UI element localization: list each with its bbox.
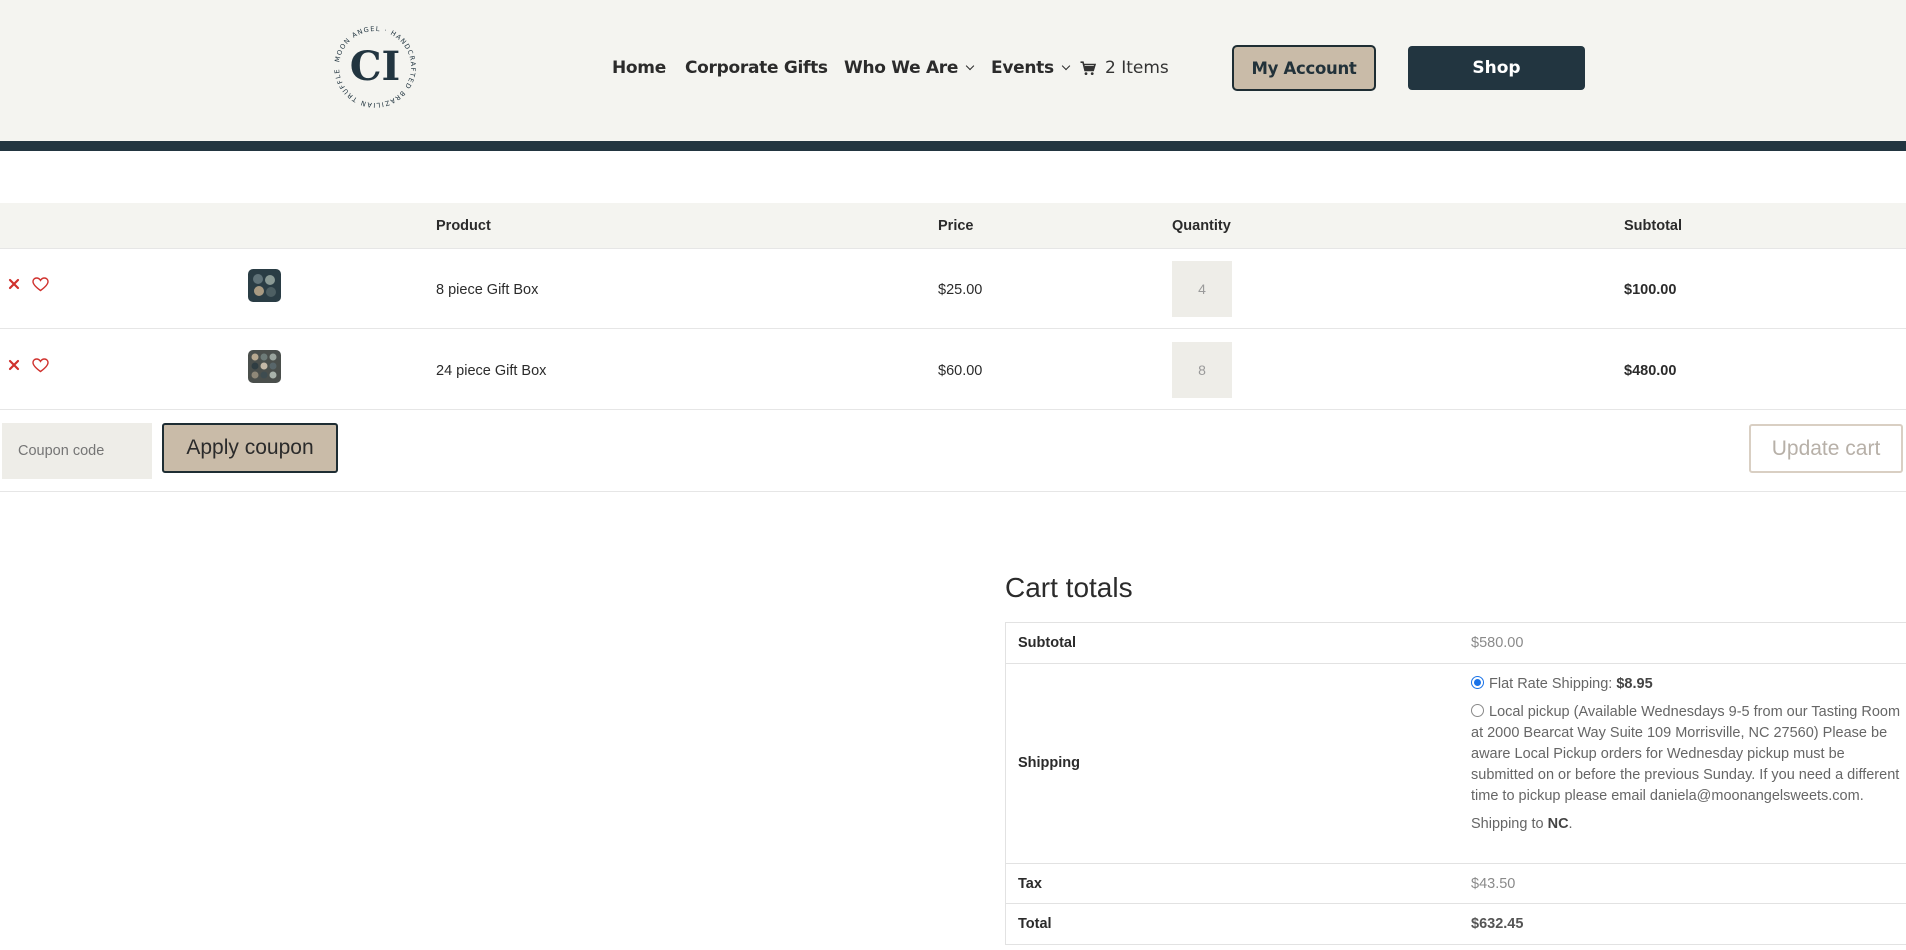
cart-link[interactable]: 2 Items — [1080, 54, 1169, 82]
flat-rate-label: Flat Rate Shipping: — [1489, 676, 1613, 692]
product-thumbnail[interactable] — [248, 350, 281, 383]
quantity-input[interactable] — [1172, 261, 1232, 317]
local-pickup-text: Local pickup (Available Wednesdays 9-5 f… — [1471, 704, 1901, 804]
shipping-to-prefix: Shipping to — [1471, 816, 1544, 832]
nav-item-home[interactable]: Home — [612, 54, 666, 82]
tax-value: $43.50 — [1471, 876, 1516, 892]
quantity-input[interactable] — [1172, 342, 1232, 398]
line-subtotal: $480.00 — [1624, 363, 1677, 379]
nav-item-who-we-are[interactable]: Who We Are — [844, 54, 975, 82]
total-label: Total — [1018, 916, 1052, 932]
flat-rate-price: $8.95 — [1616, 676, 1653, 692]
cart-actions: Apply coupon Update cart — [0, 412, 1906, 492]
my-account-button[interactable]: My Account — [1232, 45, 1376, 91]
coupon-code-input[interactable] — [2, 423, 152, 479]
cart-totals-title: Cart totals — [1005, 572, 1133, 603]
cart-row: 8 piece Gift Box $25.00 $100.00 — [0, 249, 1906, 329]
column-quantity: Quantity — [1172, 218, 1231, 234]
shipping-to-state: NC — [1547, 816, 1569, 832]
shipping-options: Flat Rate Shipping: $8.95 Local pickup (… — [1471, 674, 1901, 835]
totals-shipping-row: Shipping Flat Rate Shipping: $8.95 Local… — [1006, 664, 1906, 864]
heart-icon[interactable] — [32, 277, 49, 292]
flat-rate-radio[interactable] — [1471, 676, 1484, 689]
flat-rate-option[interactable]: Flat Rate Shipping: $8.95 — [1471, 674, 1901, 695]
line-subtotal: $100.00 — [1624, 282, 1677, 298]
header-divider — [0, 141, 1906, 151]
nav-item-events[interactable]: Events — [991, 54, 1071, 82]
site-logo[interactable]: MOON ANGEL · HANDCRAFTED BRAZILIAN TRUFF… — [327, 16, 420, 112]
shipping-destination: Shipping to NC. — [1471, 816, 1573, 832]
remove-item-icon[interactable] — [8, 359, 20, 371]
nav-label: Who We Are — [844, 58, 959, 78]
product-thumbnail[interactable] — [248, 269, 281, 302]
totals-tax-row: Tax $43.50 — [1006, 864, 1906, 904]
column-subtotal: Subtotal — [1624, 218, 1682, 234]
tax-label: Tax — [1018, 876, 1042, 892]
cart-row: 24 piece Gift Box $60.00 $480.00 — [0, 330, 1906, 410]
product-price: $25.00 — [938, 282, 983, 298]
total-value: $632.45 — [1471, 916, 1524, 932]
shipping-label: Shipping — [1018, 755, 1081, 771]
local-pickup-option[interactable]: Local pickup (Available Wednesdays 9-5 f… — [1471, 702, 1901, 807]
product-name[interactable]: 8 piece Gift Box — [436, 282, 538, 298]
chevron-down-icon — [965, 61, 975, 71]
totals-subtotal-row: Subtotal $580.00 — [1006, 623, 1906, 664]
site-header: MOON ANGEL · HANDCRAFTED BRAZILIAN TRUFF… — [0, 0, 1906, 141]
totals-total-row: Total $632.45 — [1006, 904, 1906, 944]
nav-item-corporate-gifts[interactable]: Corporate Gifts — [685, 54, 828, 82]
local-pickup-radio[interactable] — [1471, 704, 1484, 717]
update-cart-button[interactable]: Update cart — [1749, 424, 1903, 473]
cart-table-header: Product Price Quantity Subtotal — [0, 203, 1906, 249]
apply-coupon-button[interactable]: Apply coupon — [162, 423, 338, 473]
product-name[interactable]: 24 piece Gift Box — [436, 363, 546, 379]
product-price: $60.00 — [938, 363, 983, 379]
subtotal-value: $580.00 — [1471, 635, 1524, 651]
column-price: Price — [938, 218, 974, 234]
nav-label: Events — [991, 58, 1054, 78]
svg-text:CI: CI — [350, 43, 401, 90]
column-product: Product — [436, 218, 491, 234]
subtotal-label: Subtotal — [1018, 635, 1076, 651]
chevron-down-icon — [1061, 61, 1071, 71]
cart-icon — [1080, 60, 1096, 75]
heart-icon[interactable] — [32, 358, 49, 373]
remove-item-icon[interactable] — [8, 278, 20, 290]
cart-totals-table: Subtotal $580.00 Shipping Flat Rate Ship… — [1005, 622, 1906, 945]
shop-button[interactable]: Shop — [1408, 46, 1585, 90]
cart-count[interactable]: 2 Items — [1105, 58, 1169, 78]
